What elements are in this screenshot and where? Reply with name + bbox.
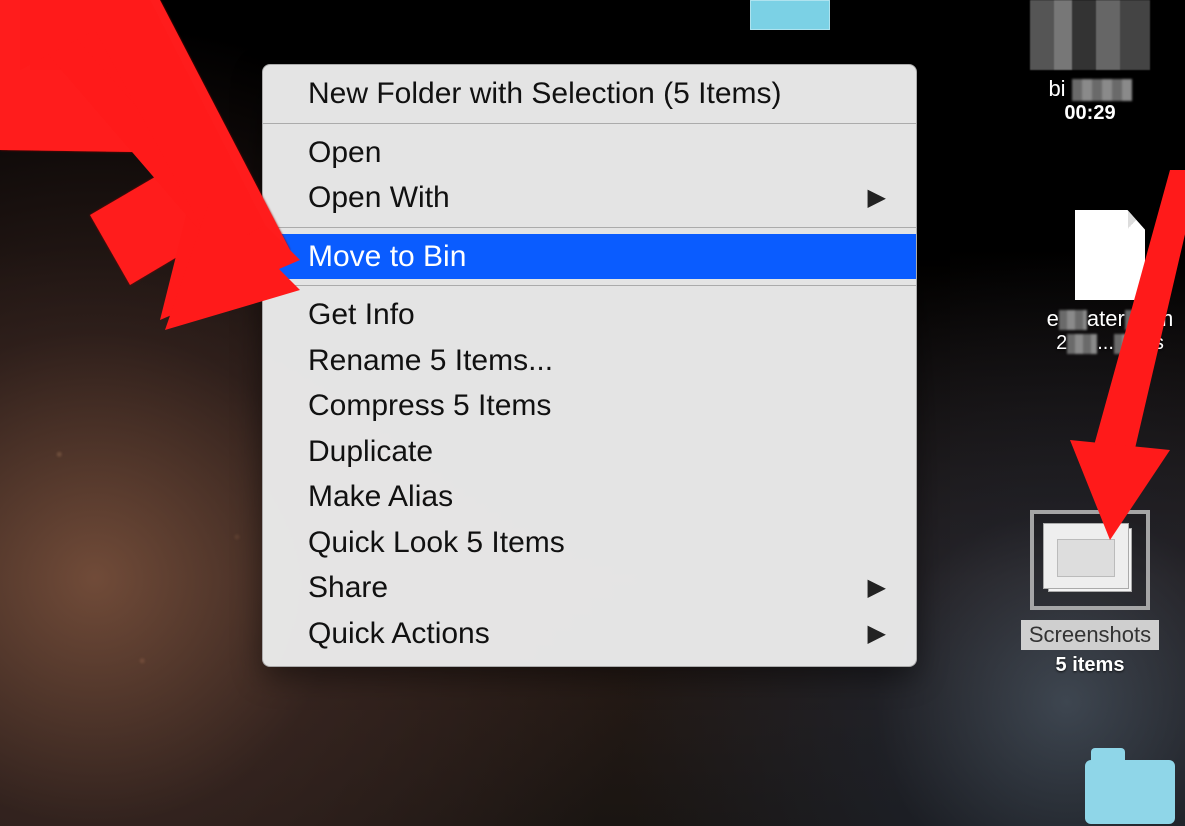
document-icon xyxy=(1075,210,1145,300)
menu-item-label: Duplicate xyxy=(308,436,433,468)
folder-icon[interactable] xyxy=(750,0,830,30)
menu-item-open[interactable]: Open xyxy=(263,130,916,176)
menu-item-label: Open xyxy=(308,137,381,169)
chevron-right-icon: ▶ xyxy=(868,185,886,210)
menu-item-label: New Folder with Selection (5 Items) xyxy=(308,78,782,110)
stack-icon xyxy=(1030,510,1150,610)
menu-item-label: Quick Look 5 Items xyxy=(308,527,565,559)
menu-item-make-alias[interactable]: Make Alias xyxy=(263,474,916,520)
menu-item-new-folder-with-selection[interactable]: New Folder with Selection (5 Items) xyxy=(263,71,916,117)
menu-item-label: Compress 5 Items xyxy=(308,390,551,422)
video-thumbnail-icon xyxy=(1030,0,1150,70)
menu-item-label: Share xyxy=(308,572,388,604)
desktop-item-video[interactable]: bi 00:29 xyxy=(1020,0,1160,125)
chevron-right-icon: ▶ xyxy=(868,621,886,646)
desktop-item-document[interactable]: eaterom 2...ss xyxy=(1040,210,1180,355)
menu-separator xyxy=(263,227,916,228)
menu-item-label: Open With xyxy=(308,182,450,214)
context-menu: New Folder with Selection (5 Items) Open… xyxy=(262,64,917,667)
menu-item-duplicate[interactable]: Duplicate xyxy=(263,429,916,475)
menu-item-quick-actions[interactable]: Quick Actions ▶ xyxy=(263,611,916,657)
menu-item-label: Rename 5 Items... xyxy=(308,345,553,377)
menu-item-label: Get Info xyxy=(308,299,415,331)
desktop-item-label: eaterom xyxy=(1040,306,1180,332)
menu-item-rename[interactable]: Rename 5 Items... xyxy=(263,338,916,384)
menu-separator xyxy=(263,285,916,286)
desktop-item-screenshots-stack[interactable]: Screenshots 5 items xyxy=(1000,510,1180,677)
menu-item-compress[interactable]: Compress 5 Items xyxy=(263,383,916,429)
desktop-item-sublabel: 2...ss xyxy=(1040,332,1180,355)
chevron-right-icon: ▶ xyxy=(868,575,886,600)
menu-item-move-to-bin[interactable]: Move to Bin xyxy=(263,234,916,280)
menu-item-get-info[interactable]: Get Info xyxy=(263,292,916,338)
desktop-item-count: 5 items xyxy=(1000,654,1180,677)
menu-item-open-with[interactable]: Open With ▶ xyxy=(263,175,916,221)
menu-separator xyxy=(263,123,916,124)
menu-item-label: Quick Actions xyxy=(308,618,490,650)
menu-item-quick-look[interactable]: Quick Look 5 Items xyxy=(263,520,916,566)
desktop-item-folder[interactable] xyxy=(1060,760,1185,824)
menu-item-label: Make Alias xyxy=(308,481,453,513)
menu-item-share[interactable]: Share ▶ xyxy=(263,565,916,611)
menu-item-label: Move to Bin xyxy=(308,241,466,273)
desktop-item-label: Screenshots xyxy=(1021,620,1159,650)
desktop-item-duration: 00:29 xyxy=(1020,102,1160,125)
folder-icon xyxy=(1085,760,1175,824)
desktop-item-label: bi xyxy=(1044,76,1135,102)
